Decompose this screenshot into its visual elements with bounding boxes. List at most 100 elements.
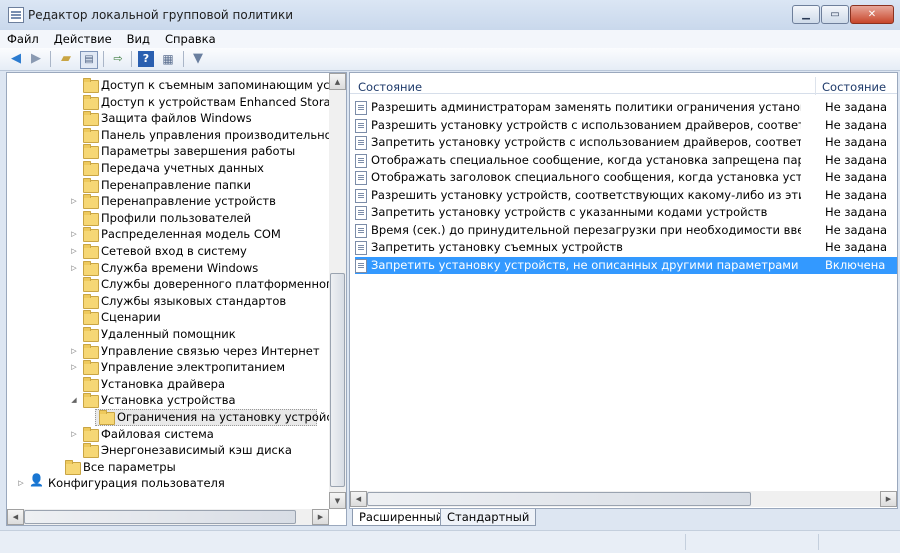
scroll-down-icon[interactable]: ▼ xyxy=(329,492,346,509)
folder-icon xyxy=(83,443,99,459)
tree-item[interactable]: ▷ Сетевой вход в систему xyxy=(7,243,327,259)
tree-item-selected[interactable]: Ограничения на установку устройств xyxy=(7,409,346,426)
policy-row[interactable]: Запретить установку устройств с указанны… xyxy=(355,204,897,221)
scroll-right-icon[interactable]: ▶ xyxy=(312,509,329,525)
column-header-state[interactable]: Состояние xyxy=(822,77,886,97)
policy-name: Разрешить администраторам заменять полит… xyxy=(371,100,801,114)
folder-icon xyxy=(83,78,99,93)
up-folder-icon[interactable]: ▰ xyxy=(58,51,74,67)
scroll-up-icon[interactable]: ▲ xyxy=(329,73,346,90)
expand-arrow-icon[interactable]: ▷ xyxy=(70,264,78,272)
policy-setting-icon xyxy=(355,258,367,273)
policy-row[interactable]: Отображать заголовок специального сообще… xyxy=(355,169,897,186)
tree-item[interactable]: Перенаправление папки xyxy=(7,177,327,193)
menu-file[interactable]: Файл xyxy=(0,30,47,48)
folder-icon xyxy=(83,376,99,392)
tree-item[interactable]: Защита файлов Windows xyxy=(7,110,327,127)
tree-item-label: Доступ к съемным запоминающим устройства… xyxy=(101,78,346,92)
tree-hscroll-thumb[interactable] xyxy=(24,510,296,524)
expand-arrow-icon[interactable]: ▷ xyxy=(70,347,78,355)
menu-help[interactable]: Справка xyxy=(158,30,224,48)
policy-row[interactable]: Запретить установку устройств, не описан… xyxy=(355,256,897,274)
export-list-icon[interactable]: ⇨ xyxy=(110,51,126,67)
expand-arrow-icon[interactable]: ▷ xyxy=(17,479,25,487)
folder-icon xyxy=(83,260,99,276)
folder-icon xyxy=(83,94,99,110)
expand-arrow-icon[interactable]: ▷ xyxy=(70,247,78,255)
tree-item[interactable]: ▷ Файловая система xyxy=(7,426,327,442)
collapse-arrow-icon[interactable]: ◢ xyxy=(70,396,78,404)
expand-arrow-icon[interactable]: ▷ xyxy=(70,230,78,238)
minimize-button[interactable]: ▁ xyxy=(792,5,820,24)
tree-item[interactable]: Установка драйвера xyxy=(7,376,327,392)
forward-arrow-icon[interactable]: ▶ xyxy=(28,51,44,67)
folder-icon xyxy=(83,127,99,143)
tree-item[interactable]: Профили пользователей xyxy=(7,210,327,226)
maximize-button[interactable]: ▭ xyxy=(821,5,849,24)
policy-setting-icon xyxy=(355,223,367,238)
policy-state: Не задана xyxy=(825,117,888,132)
help-icon[interactable]: ? xyxy=(138,51,154,67)
tree-item[interactable]: Удаленный помощник xyxy=(7,326,327,342)
scroll-left-icon[interactable]: ◀ xyxy=(350,491,367,507)
toolbar-separator xyxy=(50,51,51,67)
tree-item[interactable]: ▷ Управление связью через Интернет xyxy=(7,343,327,359)
tree-item[interactable]: ▷ Служба времени Windows xyxy=(7,260,327,276)
tree-item[interactable]: Доступ к съемным запоминающим устройства… xyxy=(7,77,346,93)
tree-scroll-thumb[interactable] xyxy=(330,273,345,487)
tree-item-all-settings[interactable]: Все параметры xyxy=(7,459,327,475)
tab-extended[interactable]: Расширенный xyxy=(352,509,451,526)
column-header-name[interactable]: Состояние xyxy=(358,77,422,97)
policy-row[interactable]: Разрешить администраторам заменять полит… xyxy=(355,99,897,116)
policy-row[interactable]: Разрешить установку устройств с использо… xyxy=(355,117,897,134)
policy-list-pane[interactable]: Состояние Состояние Разрешить администра… xyxy=(349,72,898,509)
tab-standard[interactable]: Стандартный xyxy=(440,509,537,526)
tree-pane[interactable]: Доступ к съемным запоминающим устройства… xyxy=(6,72,347,526)
expand-arrow-icon[interactable]: ▷ xyxy=(70,363,78,371)
tree-item[interactable]: Сценарии xyxy=(7,309,327,326)
tree-horizontal-scrollbar[interactable]: ◀ ▶ xyxy=(7,509,329,525)
show-hide-tree-icon[interactable]: ▤ xyxy=(80,51,98,69)
scroll-right-icon[interactable]: ▶ xyxy=(880,491,897,507)
expand-arrow-icon[interactable]: ▷ xyxy=(70,197,78,205)
tree-item[interactable]: Панель управления производительностью xyxy=(7,127,346,143)
policy-setting-icon xyxy=(355,171,367,185)
tree-item[interactable]: ◢ Установка устройства xyxy=(7,392,327,409)
filter-icon[interactable]: ▼ xyxy=(190,51,206,67)
folder-icon xyxy=(83,210,99,226)
policy-row[interactable]: Запретить установку съемных устройств Не … xyxy=(355,239,897,256)
close-button[interactable]: ✕ xyxy=(850,5,894,24)
scroll-left-icon[interactable]: ◀ xyxy=(7,509,24,525)
menu-action[interactable]: Действие xyxy=(47,30,120,48)
tree-vertical-scrollbar[interactable]: ▲ ▼ xyxy=(329,73,346,509)
policy-row[interactable]: Отображать специальное сообщение, когда … xyxy=(355,152,897,169)
folder-icon xyxy=(83,244,99,259)
back-arrow-icon[interactable]: ◀ xyxy=(8,51,24,67)
tree-item-label: Службы языковых стандартов xyxy=(101,293,287,308)
folder-icon xyxy=(83,360,99,376)
tree-item[interactable]: Параметры завершения работы xyxy=(7,143,327,160)
tree-item[interactable]: Передача учетных данных xyxy=(7,160,327,176)
list-horizontal-scrollbar[interactable]: ◀ ▶ xyxy=(350,491,897,507)
menu-view[interactable]: Вид xyxy=(120,30,158,48)
tree-item[interactable]: Службы доверенного платформенного модуля xyxy=(7,276,346,293)
tree-item[interactable]: ▷ Управление электропитанием xyxy=(7,359,327,376)
properties-icon[interactable]: ▦ xyxy=(160,51,176,67)
policy-row[interactable]: Запретить установку устройств с использо… xyxy=(355,134,897,151)
policy-row[interactable]: Разрешить установку устройств, соответст… xyxy=(355,187,897,204)
tree-item-label: Управление связью через Интернет xyxy=(101,343,320,358)
policy-setting-icon xyxy=(355,206,367,220)
tree-item[interactable]: ▷ Распределенная модель COM xyxy=(7,226,327,243)
list-hscroll-thumb[interactable] xyxy=(367,492,751,506)
expand-arrow-icon[interactable]: ▷ xyxy=(70,430,78,438)
tree-item[interactable]: Доступ к устройствам Enhanced Storage xyxy=(7,94,345,110)
tree-item[interactable]: Энергонезависимый кэш диска xyxy=(7,442,327,459)
tree-item[interactable]: Службы языковых стандартов xyxy=(7,293,327,309)
tree-item[interactable]: ▷ Перенаправление устройств xyxy=(7,193,327,210)
policy-name: Запретить установку съемных устройств xyxy=(371,240,623,254)
window-controls: ▁ ▭ ✕ xyxy=(791,5,894,24)
policy-state: Не задана xyxy=(825,152,888,167)
policy-row[interactable]: Время (сек.) до принудительной перезагру… xyxy=(355,222,897,239)
tree-item-label: Служба времени Windows xyxy=(101,260,259,275)
tree-item-user-config[interactable]: ▷ 👤 Конфигурация пользователя xyxy=(7,474,327,491)
